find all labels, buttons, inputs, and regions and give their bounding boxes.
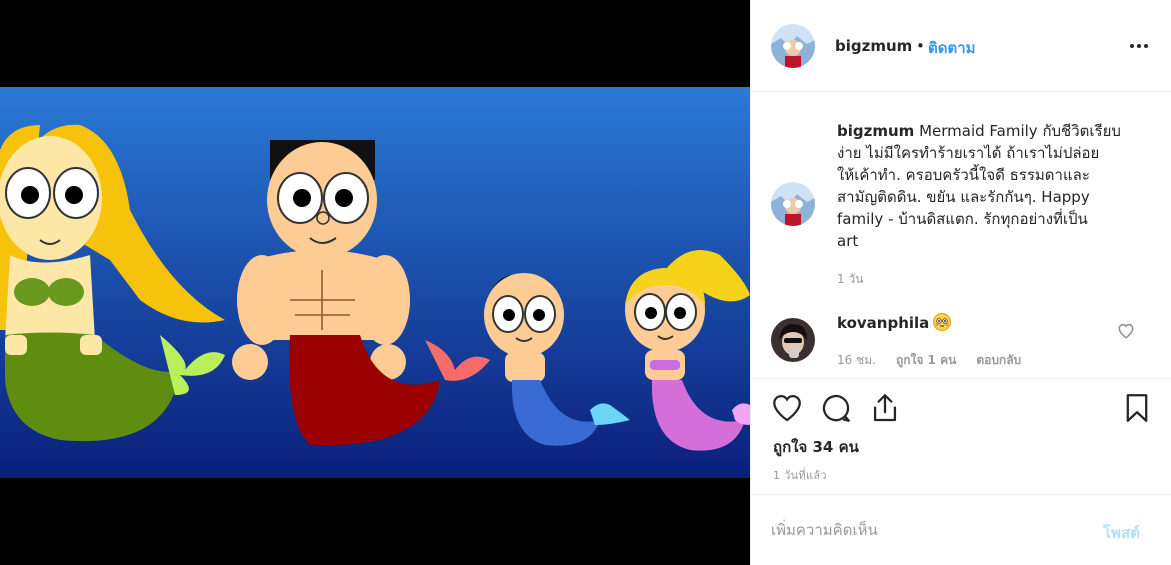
post-details-panel: bigzmum • ติดตาม bigzmum Mermaid Family … [750,0,1171,565]
caption-timestamp[interactable]: 1 วัน [837,270,863,289]
post-caption: bigzmum Mermaid Family กับชีวิตเรียบ ง่า… [837,120,1149,252]
caption-line: ให้เค้าทำ. ครอบครัวนี้ใจดี ธรรมดาและ [837,166,1090,184]
separator-dot: • [916,37,925,55]
post-header: bigzmum • ติดตาม [751,0,1171,92]
more-options-icon[interactable] [1127,34,1151,58]
comment-meta: 16 ชม. ถูกใจ 1 คน ตอบกลับ [837,351,1021,370]
comment-like-heart-icon[interactable] [1117,322,1135,340]
likes-count-link[interactable]: ถูกใจ 34 คน [773,435,859,459]
comment: kovanphila [837,312,952,334]
commenter-username-link[interactable]: kovanphila [837,314,929,332]
add-comment-section: โพสต์ [751,494,1171,565]
post-image-panel[interactable] [0,0,750,565]
flushed-face-emoji [933,313,952,331]
caption-line: สามัญติดดิน. ขยัน และรักกันๆ. Happy [837,188,1090,206]
author-avatar[interactable] [771,24,815,68]
post-comment-button[interactable]: โพสต์ [1103,521,1140,545]
author-username-link[interactable]: bigzmum [835,37,912,55]
comment-timestamp[interactable]: 16 ชม. [837,351,876,370]
mermaid-family-illustration [0,0,750,565]
caption-line: Mermaid Family กับชีวิตเรียบ [919,122,1121,140]
caption-line: art [837,232,859,250]
commenter-avatar[interactable] [771,318,815,362]
follow-button[interactable]: ติดตาม [928,36,976,60]
add-comment-input[interactable] [771,515,1071,545]
caption-line: family - บ้านดิสแตก. รักทุกอย่างที่เป็น [837,210,1088,228]
post-actions: ถูกใจ 34 คน 1 วันที่แล้ว [751,378,1171,498]
share-upload-icon[interactable] [868,391,902,425]
comment-bubble-icon[interactable] [819,391,853,425]
caption-username-link[interactable]: bigzmum [837,122,914,140]
like-heart-icon[interactable] [770,391,804,425]
caption-author-avatar[interactable] [771,182,815,226]
caption-line: ง่าย ไม่มีใครทำร้ายเราได้ ถ้าเราไม่ปล่อย [837,144,1100,162]
post-timestamp[interactable]: 1 วันที่แล้ว [773,466,827,484]
save-bookmark-icon[interactable] [1120,391,1154,425]
comment-likes-link[interactable]: ถูกใจ 1 คน [896,351,956,370]
reply-button[interactable]: ตอบกลับ [976,351,1021,370]
